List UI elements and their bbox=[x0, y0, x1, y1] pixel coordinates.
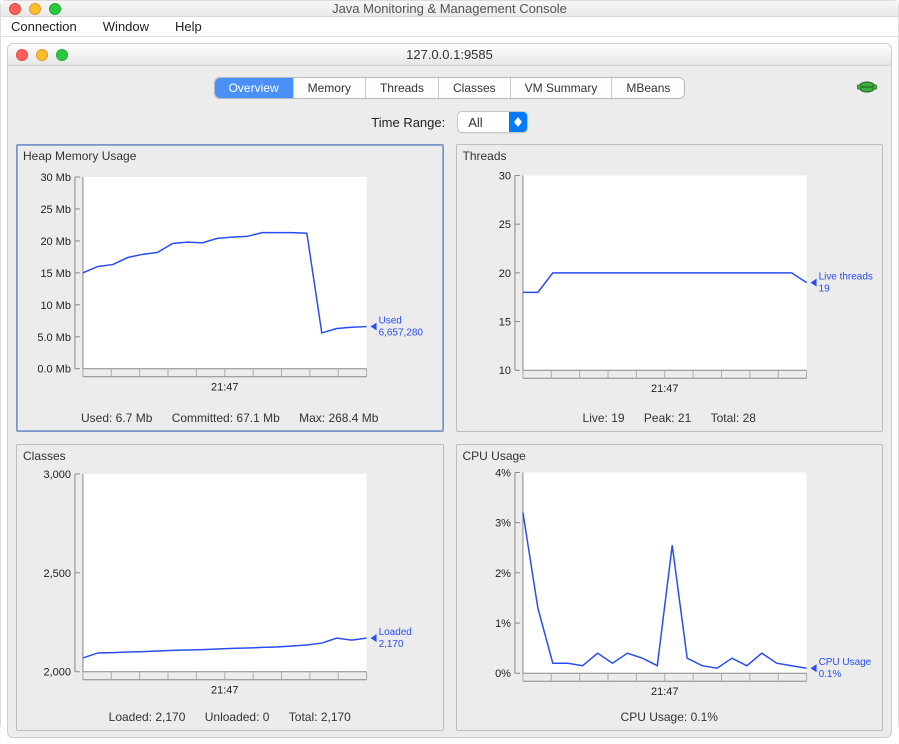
panels-grid: Heap Memory Usage 0.0 Mb 5.0 Mb 10 Mb 15 Mb… bbox=[16, 144, 883, 731]
tab-mbeans[interactable]: MBeans bbox=[612, 78, 684, 98]
classes-panel[interactable]: Classes 2,0002,5003,00021:47Loaded2,170 … bbox=[16, 444, 444, 732]
svg-text:10 Mb: 10 Mb bbox=[40, 300, 71, 312]
svg-text:Live threads: Live threads bbox=[818, 272, 872, 283]
svg-text:30: 30 bbox=[498, 170, 510, 182]
connection-status-icon bbox=[857, 78, 877, 96]
inner-window: 127.0.0.1:9585 Overview Memory Threads C… bbox=[7, 43, 892, 738]
cpu-panel[interactable]: CPU Usage 0%1%2%3%4%21:47CPU Usage0.1% C… bbox=[456, 444, 884, 732]
svg-text:3,000: 3,000 bbox=[43, 469, 70, 481]
menu-help[interactable]: Help bbox=[171, 17, 206, 36]
close-window-button[interactable] bbox=[9, 3, 21, 15]
svg-text:15 Mb: 15 Mb bbox=[40, 268, 71, 280]
svg-text:Loaded: Loaded bbox=[379, 627, 412, 638]
svg-text:3%: 3% bbox=[495, 517, 511, 529]
menu-connection[interactable]: Connection bbox=[7, 17, 81, 36]
inner-close-button[interactable] bbox=[16, 49, 28, 61]
svg-text:21:47: 21:47 bbox=[211, 684, 238, 696]
heap-chart: 0.0 Mb 5.0 Mb 10 Mb 15 Mb 20 Mb 25 Mb 30 Mb 21:… bbox=[23, 165, 437, 405]
tab-classes[interactable]: Classes bbox=[439, 78, 511, 98]
svg-text:0.1%: 0.1% bbox=[818, 669, 841, 680]
svg-text:2,000: 2,000 bbox=[43, 666, 70, 678]
zoom-window-button[interactable] bbox=[49, 3, 61, 15]
svg-text:2%: 2% bbox=[495, 568, 511, 580]
window-title: Java Monitoring & Management Console bbox=[1, 1, 898, 16]
inner-minimize-button[interactable] bbox=[36, 49, 48, 61]
connection-title: 127.0.0.1:9585 bbox=[8, 47, 891, 62]
svg-text:19: 19 bbox=[818, 284, 830, 295]
minimize-window-button[interactable] bbox=[29, 3, 41, 15]
svg-text:25: 25 bbox=[498, 219, 510, 231]
threads-panel-title: Threads bbox=[463, 149, 877, 163]
svg-text:21:47: 21:47 bbox=[651, 686, 678, 698]
threads-panel[interactable]: Threads 10 15 20 25 30 21:47 Live threads19 Li… bbox=[456, 144, 884, 432]
tabs: Overview Memory Threads Classes VM Summa… bbox=[215, 78, 685, 98]
inner-window-controls bbox=[16, 49, 68, 61]
time-range-value: All bbox=[458, 115, 508, 130]
tab-memory[interactable]: Memory bbox=[294, 78, 366, 98]
classes-status: Loaded: 2,170 Unloaded: 0 Total: 2,170 bbox=[23, 704, 437, 728]
inner-zoom-button[interactable] bbox=[56, 49, 68, 61]
outer-titlebar: Java Monitoring & Management Console bbox=[1, 1, 898, 17]
menu-bar: Connection Window Help bbox=[1, 17, 898, 37]
tab-vm-summary[interactable]: VM Summary bbox=[511, 78, 613, 98]
svg-text:4%: 4% bbox=[495, 467, 511, 479]
cpu-panel-title: CPU Usage bbox=[463, 449, 877, 463]
cpu-status: CPU Usage: 0.1% bbox=[463, 704, 877, 728]
classes-panel-title: Classes bbox=[23, 449, 437, 463]
svg-text:6,657,280: 6,657,280 bbox=[379, 328, 424, 339]
classes-chart: 2,000 2,500 3,000 21:47 Loaded2,170 bbox=[23, 465, 437, 705]
svg-text:2,170: 2,170 bbox=[379, 639, 404, 650]
threads-chart: 10 15 20 25 30 21:47 Live threads19 bbox=[463, 165, 877, 405]
svg-text:10: 10 bbox=[498, 365, 510, 377]
svg-text:Used: Used bbox=[379, 316, 402, 327]
inner-titlebar: 127.0.0.1:9585 bbox=[8, 44, 891, 66]
svg-text:20 Mb: 20 Mb bbox=[40, 236, 71, 248]
svg-text:CPU Usage: CPU Usage bbox=[818, 657, 871, 668]
svg-text:5.0 Mb: 5.0 Mb bbox=[37, 332, 71, 344]
heap-panel[interactable]: Heap Memory Usage 0.0 Mb 5.0 Mb 10 Mb 15 Mb… bbox=[16, 144, 444, 432]
svg-text:21:47: 21:47 bbox=[211, 382, 238, 394]
svg-text:20: 20 bbox=[498, 268, 510, 280]
time-range-row: Time Range: All bbox=[16, 108, 883, 136]
heap-status: Used: 6.7 Mb Committed: 67.1 Mb Max: 268… bbox=[23, 405, 437, 429]
window-controls bbox=[9, 3, 61, 15]
threads-status: Live: 19 Peak: 21 Total: 28 bbox=[463, 405, 877, 429]
svg-text:15: 15 bbox=[498, 317, 510, 329]
tab-threads[interactable]: Threads bbox=[366, 78, 439, 98]
time-range-label: Time Range: bbox=[371, 115, 445, 130]
svg-text:0.0 Mb: 0.0 Mb bbox=[37, 364, 71, 376]
tabs-row: Overview Memory Threads Classes VM Summa… bbox=[16, 76, 883, 100]
svg-text:2,500: 2,500 bbox=[43, 568, 70, 580]
svg-text:30 Mb: 30 Mb bbox=[40, 172, 71, 184]
select-stepper-icon bbox=[509, 112, 527, 132]
svg-text:21:47: 21:47 bbox=[651, 383, 678, 395]
content-area: 127.0.0.1:9585 Overview Memory Threads C… bbox=[1, 37, 898, 744]
tab-overview[interactable]: Overview bbox=[215, 78, 294, 98]
menu-window[interactable]: Window bbox=[99, 17, 153, 36]
heap-panel-title: Heap Memory Usage bbox=[23, 149, 437, 163]
svg-text:25 Mb: 25 Mb bbox=[40, 204, 71, 216]
svg-text:1%: 1% bbox=[495, 618, 511, 630]
svg-text:0%: 0% bbox=[495, 668, 511, 680]
cpu-chart: 0% 1% 2% 3% 4% 21:47 CPU Usage0.1% bbox=[463, 465, 877, 705]
time-range-select[interactable]: All bbox=[457, 111, 527, 133]
